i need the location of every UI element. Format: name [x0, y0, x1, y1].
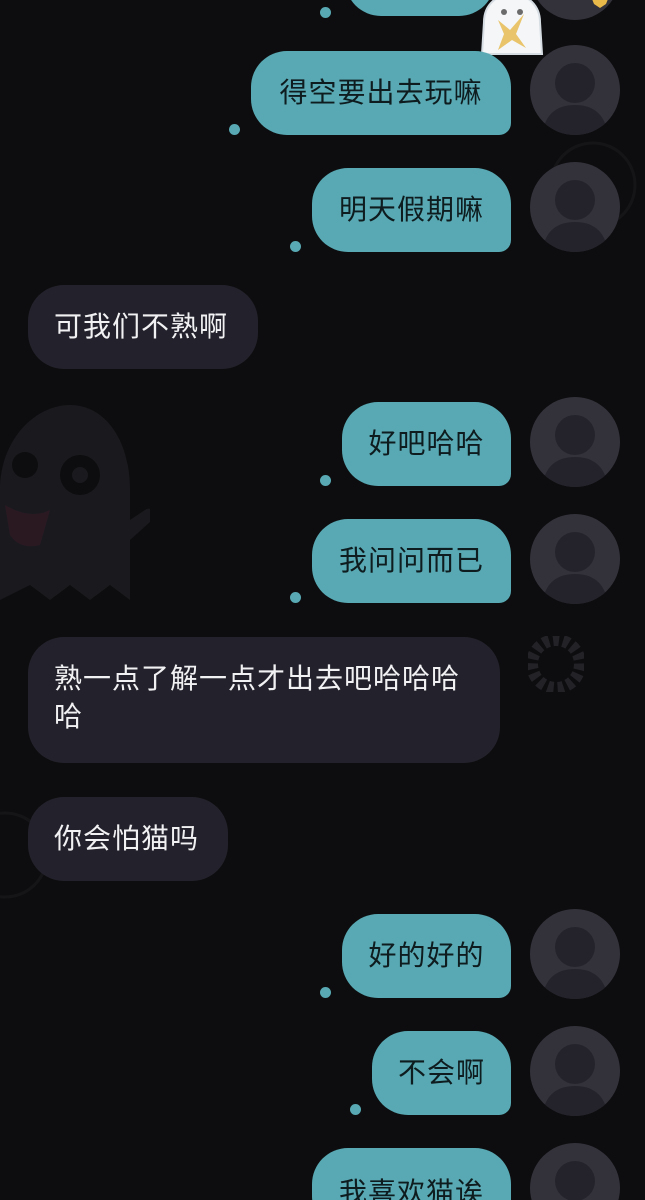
message-status-dot [320, 7, 331, 18]
default-avatar-icon [542, 927, 608, 999]
default-avatar-icon [555, 1161, 595, 1200]
message-bubble-outgoing[interactable]: 好的好的 [342, 914, 511, 998]
default-avatar-icon [542, 63, 608, 135]
message-text: 我问问而已 [338, 544, 484, 577]
message-status-dot [290, 241, 301, 252]
chat-area[interactable]: 得空要出去玩嘛 明天假期嘛 可我们不熟啊 好吧哈哈 我问问而已 熟一点了解一点才… [0, 0, 645, 1200]
avatar[interactable] [530, 514, 620, 604]
message-status-dot [350, 1104, 361, 1115]
message-text: 不会啊 [397, 1056, 485, 1089]
avatar[interactable] [530, 1143, 620, 1200]
star-icon [592, 0, 608, 8]
message-bubble-outgoing[interactable]: 不会啊 [372, 1031, 511, 1115]
message-bubble-outgoing[interactable]: 我问问而已 [312, 519, 511, 603]
ghost-sticker-icon [480, 0, 544, 55]
default-avatar-icon [542, 415, 608, 487]
message-status-dot [320, 475, 331, 486]
message-bubble-incoming[interactable]: 可我们不熟啊 [28, 285, 258, 369]
message-text: 好的好的 [368, 939, 485, 972]
avatar[interactable] [530, 909, 620, 999]
message-bubble-outgoing[interactable]: 得空要出去玩嘛 [251, 51, 511, 135]
message-text: 你会怕猫吗 [54, 822, 200, 855]
default-avatar-icon [542, 1044, 608, 1116]
message-text: 好吧哈哈 [368, 427, 485, 460]
message-text: 熟一点了解一点才出去吧哈哈哈哈 [54, 662, 461, 733]
message-bubble-outgoing[interactable]: 好吧哈哈 [342, 402, 511, 486]
avatar[interactable] [530, 397, 620, 487]
message-bubble-incoming[interactable]: 熟一点了解一点才出去吧哈哈哈哈 [28, 637, 500, 763]
ghost-background-icon [0, 405, 150, 600]
default-avatar-icon [542, 180, 608, 252]
message-status-dot [320, 987, 331, 998]
message-text: 明天假期嘛 [338, 193, 484, 226]
message-bubble-outgoing[interactable]: 明天假期嘛 [312, 168, 511, 252]
message-bubble-outgoing[interactable] [345, 0, 495, 16]
avatar[interactable] [530, 162, 620, 252]
message-text: 可我们不熟啊 [54, 310, 229, 343]
message-bubble-incoming[interactable]: 你会怕猫吗 [28, 797, 228, 881]
message-text: 得空要出去玩嘛 [279, 76, 483, 109]
avatar[interactable] [530, 45, 620, 135]
message-bubble-outgoing[interactable]: 我喜欢猫诶 [312, 1148, 511, 1200]
message-status-dot [229, 124, 240, 135]
default-avatar-icon [542, 532, 608, 604]
message-text: 我喜欢猫诶 [338, 1176, 484, 1200]
message-status-dot [290, 592, 301, 603]
donut-background-icon [528, 636, 584, 692]
avatar[interactable] [530, 1026, 620, 1116]
